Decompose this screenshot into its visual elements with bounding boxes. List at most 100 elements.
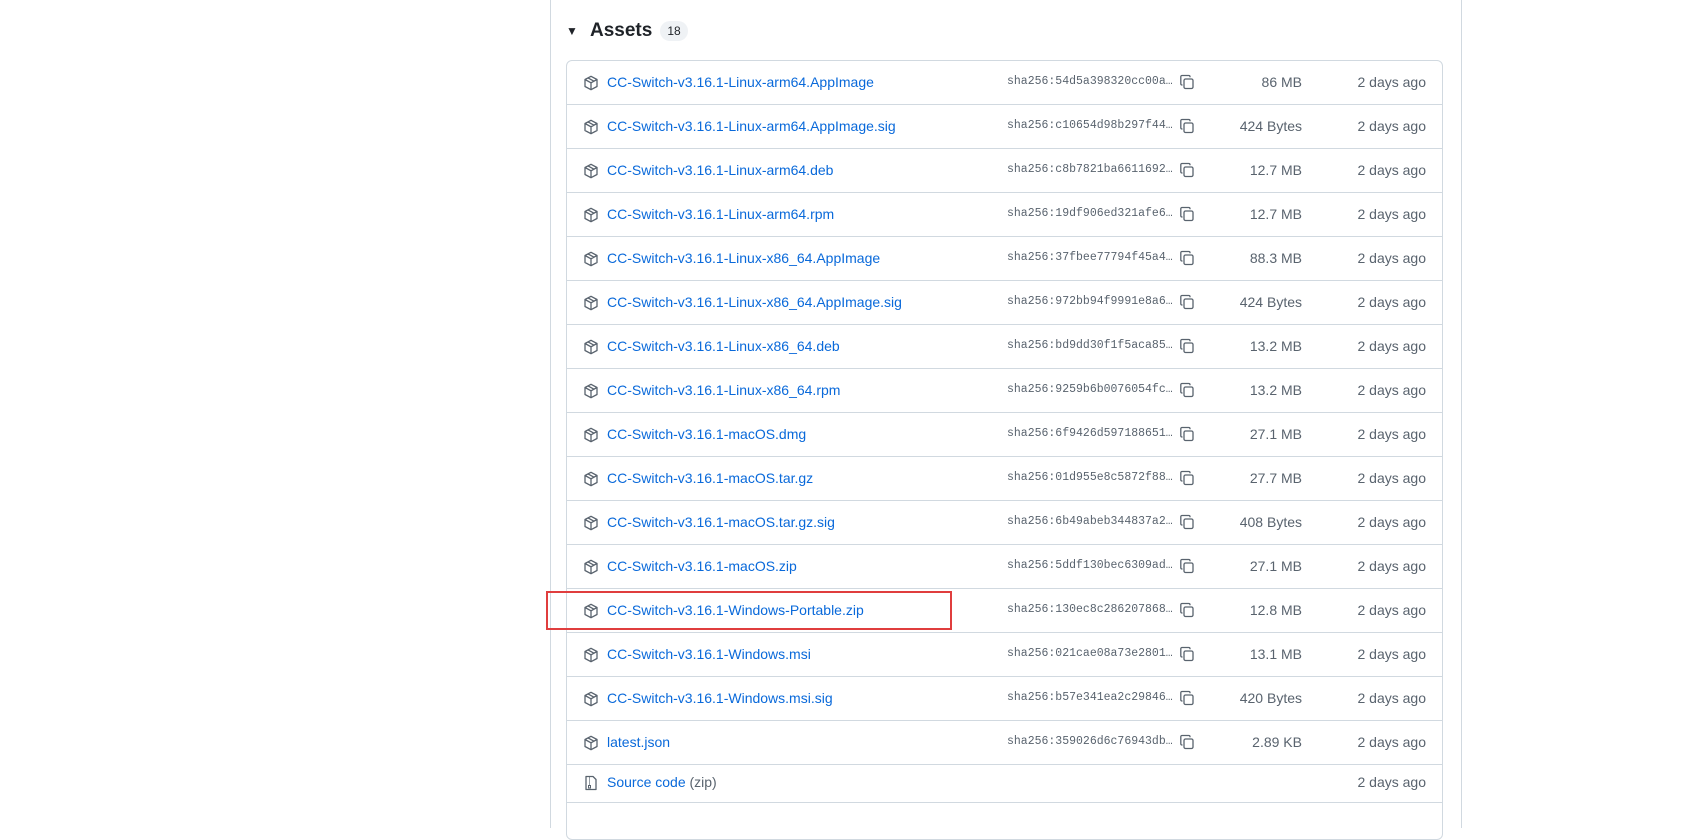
asset-sha256: sha256:130ec8c286207868f… (1007, 603, 1173, 616)
asset-download-link[interactable]: CC-Switch-v3.16.1-Linux-arm64.AppImage.s… (607, 118, 896, 134)
asset-sha256: sha256:19df906ed321afe6e… (1007, 207, 1173, 220)
asset-date: 2 days ago (1357, 470, 1427, 486)
asset-sha256: sha256:b57e341ea2c298461… (1007, 691, 1173, 704)
assets-header[interactable]: ▼ Assets 18 (566, 14, 688, 48)
copy-icon[interactable] (1179, 162, 1195, 178)
asset-row: CC-Switch-v3.16.1-Linux-arm64.deb sha256:… (567, 149, 1442, 193)
asset-row: CC-Switch-v3.16.1-macOS.zip sha256:5ddf13… (567, 545, 1442, 589)
asset-date: 2 days ago (1357, 74, 1427, 90)
asset-size: 424 Bytes (1239, 118, 1302, 134)
asset-download-link[interactable]: CC-Switch-v3.16.1-Linux-arm64.AppImage (607, 74, 874, 90)
source-code-format: (zip) (689, 774, 717, 790)
package-icon (583, 559, 599, 575)
asset-sha256: sha256:6f9426d5971886514… (1007, 427, 1173, 440)
package-icon (583, 295, 599, 311)
asset-download-link[interactable]: CC-Switch-v3.16.1-Linux-arm64.rpm (607, 206, 834, 222)
asset-download-link[interactable]: CC-Switch-v3.16.1-Linux-x86_64.AppImage.… (607, 294, 902, 310)
asset-date: 2 days ago (1357, 602, 1427, 618)
copy-icon[interactable] (1179, 734, 1195, 750)
asset-size: 13.1 MB (1249, 646, 1302, 662)
asset-size: 13.2 MB (1249, 382, 1302, 398)
asset-size: 27.7 MB (1249, 470, 1302, 486)
copy-icon[interactable] (1179, 514, 1195, 530)
asset-download-link[interactable]: CC-Switch-v3.16.1-Windows-Portable.zip (607, 602, 864, 618)
asset-download-link[interactable]: CC-Switch-v3.16.1-Linux-x86_64.rpm (607, 382, 840, 398)
package-icon (583, 339, 599, 355)
asset-list: CC-Switch-v3.16.1-Linux-arm64.AppImage sh… (566, 60, 1443, 840)
asset-size: 27.1 MB (1249, 558, 1302, 574)
asset-row: CC-Switch-v3.16.1-Windows.msi sha256:021c… (567, 633, 1442, 677)
copy-icon[interactable] (1179, 646, 1195, 662)
asset-date: 2 days ago (1357, 646, 1427, 662)
package-icon (583, 207, 599, 223)
asset-date: 2 days ago (1357, 162, 1427, 178)
copy-icon[interactable] (1179, 558, 1195, 574)
asset-size: 12.8 MB (1249, 602, 1302, 618)
triangle-down-icon[interactable]: ▼ (566, 24, 582, 38)
package-icon (583, 515, 599, 531)
asset-size: 88.3 MB (1249, 250, 1302, 266)
package-icon (583, 691, 599, 707)
copy-icon[interactable] (1179, 118, 1195, 134)
copy-icon[interactable] (1179, 74, 1195, 90)
file-zip-icon (583, 775, 599, 791)
asset-row: CC-Switch-v3.16.1-Linux-arm64.AppImage sh… (567, 61, 1442, 105)
asset-size: 408 Bytes (1239, 514, 1302, 530)
asset-download-link[interactable]: CC-Switch-v3.16.1-macOS.zip (607, 558, 797, 574)
asset-sha256: sha256:5ddf130bec6309add… (1007, 559, 1173, 572)
asset-date: 2 days ago (1357, 774, 1427, 790)
asset-size: 86 MB (1261, 74, 1302, 90)
asset-row: CC-Switch-v3.16.1-Linux-x86_64.AppImage s… (567, 237, 1442, 281)
asset-sha256: sha256:c8b7821ba6611692a… (1007, 163, 1173, 176)
asset-sha256: sha256:01d955e8c5872f888… (1007, 471, 1173, 484)
asset-row: CC-Switch-v3.16.1-macOS.dmg sha256:6f9426… (567, 413, 1442, 457)
asset-date: 2 days ago (1357, 250, 1427, 266)
assets-title: Assets (590, 20, 653, 41)
package-icon (583, 471, 599, 487)
assets-count-badge: 18 (660, 21, 688, 41)
asset-size: 13.2 MB (1249, 338, 1302, 354)
asset-row: CC-Switch-v3.16.1-Linux-x86_64.rpm sha256… (567, 369, 1442, 413)
asset-download-link[interactable]: CC-Switch-v3.16.1-Linux-x86_64.AppImage (607, 250, 880, 266)
copy-icon[interactable] (1179, 426, 1195, 442)
asset-row: CC-Switch-v3.16.1-Linux-arm64.AppImage.s… (567, 105, 1442, 149)
asset-download-link[interactable]: CC-Switch-v3.16.1-Linux-arm64.deb (607, 162, 833, 178)
asset-sha256: sha256:972bb94f9991e8a6f… (1007, 295, 1173, 308)
asset-download-link[interactable]: CC-Switch-v3.16.1-Linux-x86_64.deb (607, 338, 840, 354)
asset-row: CC-Switch-v3.16.1-macOS.tar.gz sha256:01d… (567, 457, 1442, 501)
package-icon (583, 427, 599, 443)
asset-row: CC-Switch-v3.16.1-Linux-x86_64.AppImage.… (567, 281, 1442, 325)
asset-sha256: sha256:359026d6c76943dba… (1007, 735, 1173, 748)
package-icon (583, 603, 599, 619)
source-code-label: Source code (607, 774, 686, 790)
copy-icon[interactable] (1179, 382, 1195, 398)
asset-download-link[interactable]: CC-Switch-v3.16.1-Windows.msi (607, 646, 811, 662)
copy-icon[interactable] (1179, 250, 1195, 266)
copy-icon[interactable] (1179, 602, 1195, 618)
source-code-row: Source code (zip) 2 days ago (567, 765, 1442, 803)
package-icon (583, 735, 599, 751)
asset-row: CC-Switch-v3.16.1-Windows.msi.sig sha256:… (567, 677, 1442, 721)
asset-size: 12.7 MB (1249, 162, 1302, 178)
package-icon (583, 75, 599, 91)
asset-date: 2 days ago (1357, 514, 1427, 530)
copy-icon[interactable] (1179, 338, 1195, 354)
asset-size: 2.89 KB (1252, 734, 1302, 750)
package-icon (583, 383, 599, 399)
asset-download-link[interactable]: CC-Switch-v3.16.1-macOS.tar.gz.sig (607, 514, 835, 530)
asset-download-link[interactable]: CC-Switch-v3.16.1-macOS.tar.gz (607, 470, 813, 486)
asset-download-link[interactable]: latest.json (607, 734, 670, 750)
source-code-zip-link[interactable]: Source code (zip) (607, 774, 717, 790)
copy-icon[interactable] (1179, 294, 1195, 310)
asset-download-link[interactable]: CC-Switch-v3.16.1-macOS.dmg (607, 426, 806, 442)
copy-icon[interactable] (1179, 206, 1195, 222)
asset-size: 424 Bytes (1239, 294, 1302, 310)
copy-icon[interactable] (1179, 470, 1195, 486)
asset-download-link[interactable]: CC-Switch-v3.16.1-Windows.msi.sig (607, 690, 833, 706)
asset-sha256: sha256:54d5a398320cc00a4… (1007, 75, 1173, 88)
asset-sha256: sha256:37fbee77794f45a4e… (1007, 251, 1173, 264)
asset-date: 2 days ago (1357, 382, 1427, 398)
package-icon (583, 251, 599, 267)
asset-date: 2 days ago (1357, 294, 1427, 310)
copy-icon[interactable] (1179, 690, 1195, 706)
